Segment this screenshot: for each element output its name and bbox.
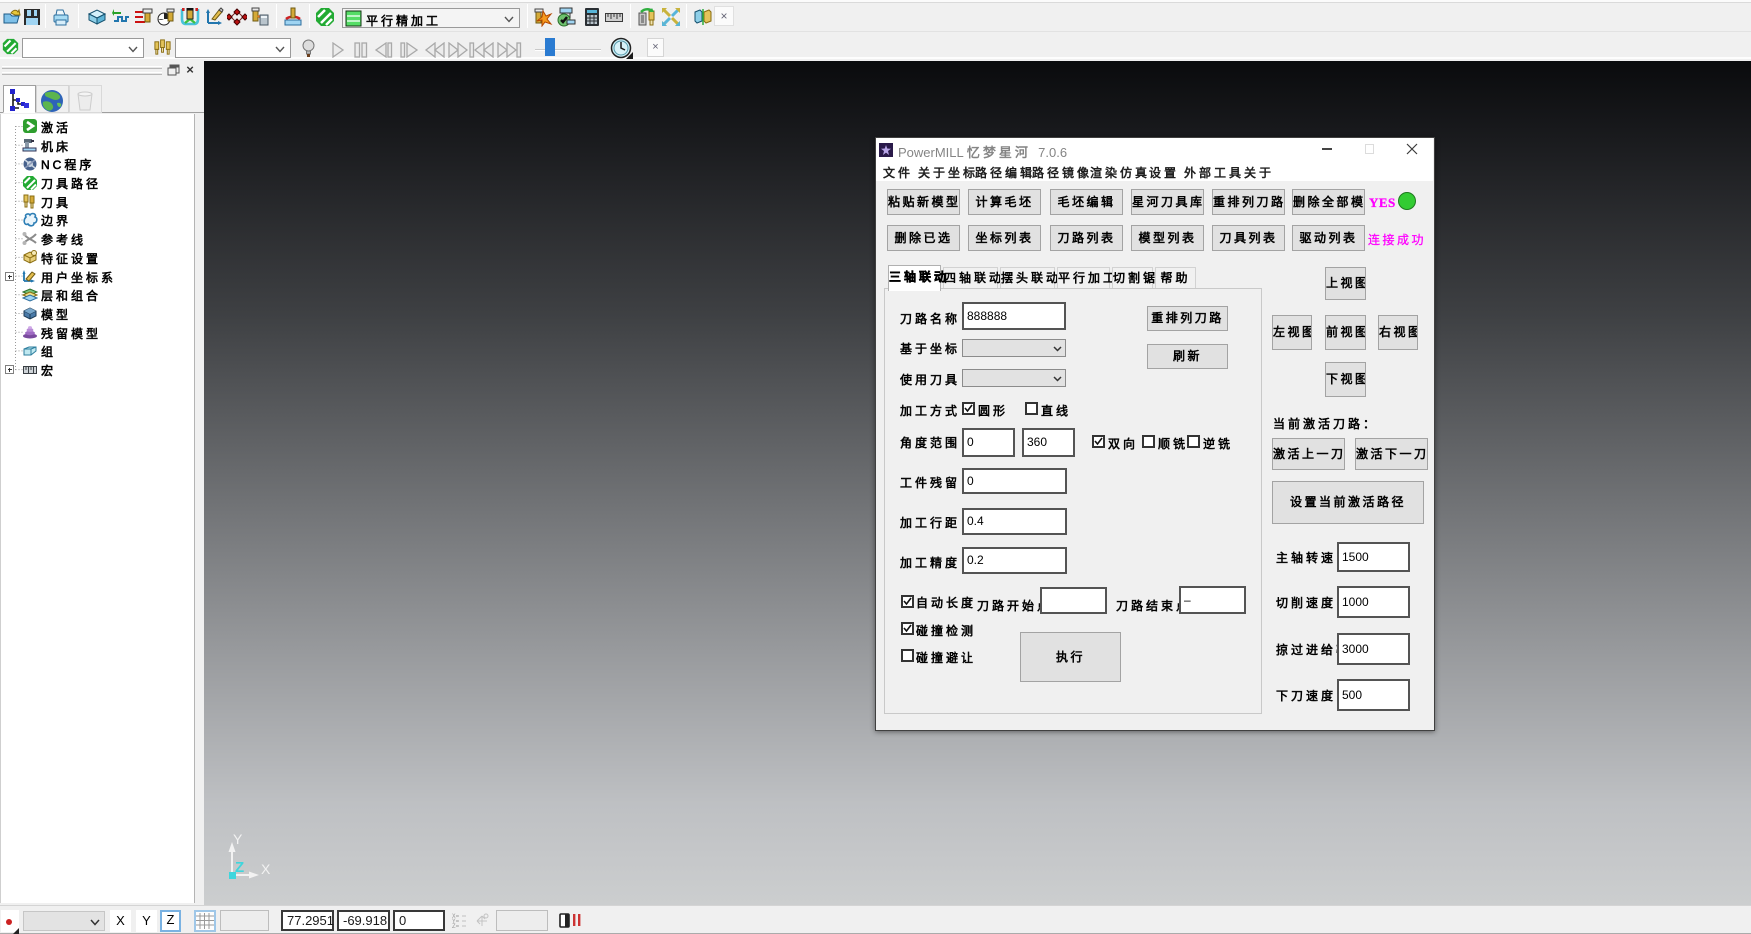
- svg-text:Z: Z: [235, 859, 244, 876]
- svg-text:X: X: [261, 861, 271, 877]
- svg-text:Z=: Z=: [452, 923, 460, 929]
- svg-text:Y: Y: [233, 831, 243, 847]
